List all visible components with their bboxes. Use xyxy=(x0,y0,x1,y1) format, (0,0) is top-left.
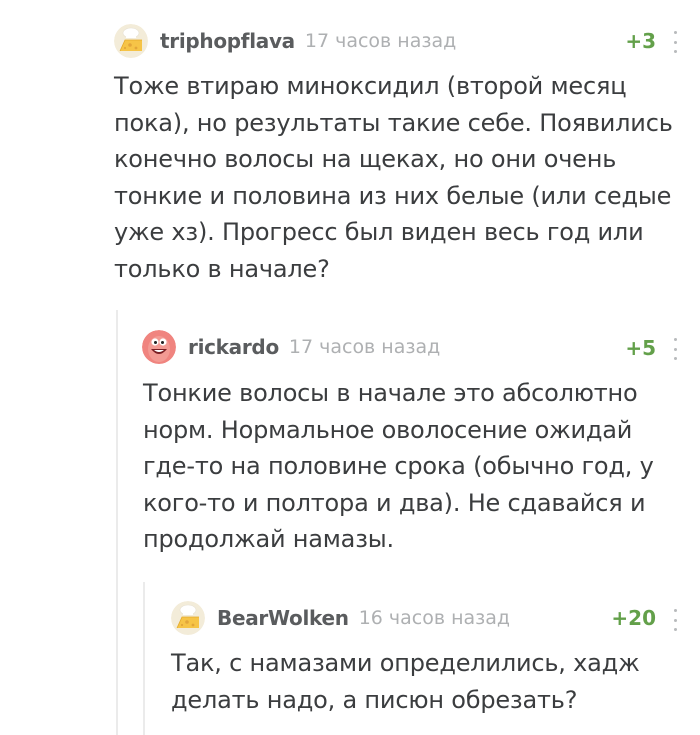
comment-text: Так, с намазами определились, хадж делат… xyxy=(171,645,640,718)
comment-text-line: Так, с намазами определились, хадж xyxy=(171,649,640,677)
more-menu-icon[interactable] xyxy=(672,31,678,53)
comment-text-line: пока), но результаты такие себе. Появили… xyxy=(114,108,673,137)
thread-line-level-1[interactable] xyxy=(116,310,118,735)
comment-header: rickardo 17 часов назад xyxy=(142,327,440,367)
username[interactable]: rickardo xyxy=(188,335,279,359)
comment-text-line: только в начале? xyxy=(114,254,330,283)
comment-text-line: конечно волосы на щеках, но они очень xyxy=(114,145,617,173)
thread-line-level-2[interactable] xyxy=(143,582,145,735)
comment-text-line: кого-то и полтора и два). Не сдавайся и xyxy=(143,488,646,517)
comment-text-line: Тоже втираю миноксидил (второй месяц xyxy=(114,72,627,100)
comment-text: Тонкие волосы в начале это абсолютно нор… xyxy=(143,375,654,558)
cheese-avatar[interactable] xyxy=(171,601,205,635)
cheese-avatar[interactable] xyxy=(114,24,148,58)
comment-time[interactable]: 16 часов назад xyxy=(359,607,510,629)
username[interactable]: triphopflava xyxy=(160,29,295,53)
comment-time[interactable]: 17 часов назад xyxy=(289,336,440,358)
comment-text-line: делать надо, а писюн обрезать? xyxy=(171,685,578,714)
rating-value: +3 xyxy=(625,29,656,53)
comment-text: Тоже втираю миноксидил (второй месяц пок… xyxy=(114,68,673,287)
more-menu-icon[interactable] xyxy=(672,338,678,360)
rating-value: +20 xyxy=(611,606,656,630)
comment-header: BearWolken 16 часов назад xyxy=(171,598,510,638)
comment-text-line: Тонкие волосы в начале это абсолютно xyxy=(143,379,638,407)
comment-text-line: где-то на половине срока (обычно год, у xyxy=(143,452,654,480)
comment-header: triphopflava 17 часов назад xyxy=(114,21,456,61)
comment-text-line: продолжай намазы. xyxy=(143,525,394,553)
comment-text-line: норм. Нормальное оволосение ожидай xyxy=(143,415,633,444)
rating-value: +5 xyxy=(625,336,656,360)
patrick-avatar[interactable] xyxy=(142,330,176,364)
comment-text-line: тонкие и половина из них белые (или седы… xyxy=(114,181,672,210)
comment-time[interactable]: 17 часов назад xyxy=(305,30,456,52)
more-menu-icon[interactable] xyxy=(672,609,678,631)
username[interactable]: BearWolken xyxy=(217,606,349,630)
comment-text-line: уже хз). Прогресс был виден весь год или xyxy=(114,218,644,246)
